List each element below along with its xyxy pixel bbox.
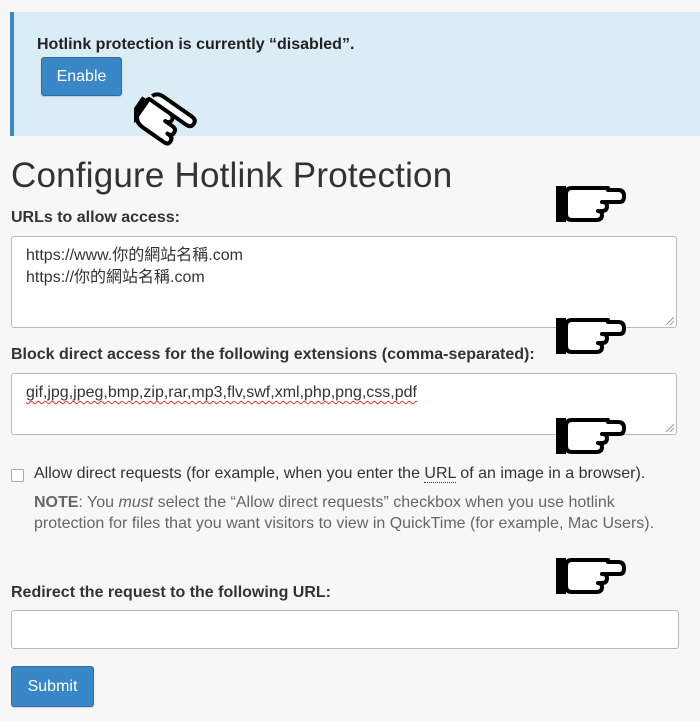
- page-title: Configure Hotlink Protection: [11, 156, 453, 195]
- pointing-hand-icon: [556, 318, 626, 354]
- enable-button[interactable]: Enable: [41, 57, 122, 96]
- extensions-value: gif,jpg,jpeg,bmp,zip,rar,mp3,flv,swf,xml…: [26, 384, 417, 401]
- resize-handle-icon[interactable]: [664, 315, 674, 325]
- note-strong: NOTE: [34, 494, 79, 511]
- label-text: of an image in a browser).: [455, 465, 646, 482]
- status-alert: Hotlink protection is currently “disable…: [10, 12, 700, 136]
- pointing-hand-icon: [556, 418, 626, 454]
- submit-button[interactable]: Submit: [11, 666, 94, 707]
- extensions-label: Block direct access for the following ex…: [11, 346, 535, 363]
- redirect-label: Redirect the request to the following UR…: [11, 584, 332, 601]
- pointing-hand-icon: [134, 92, 197, 146]
- note-text: : You: [78, 494, 119, 511]
- allow-direct-requests-label[interactable]: Allow direct requests (for example, when…: [34, 465, 645, 483]
- note-emphasis: must: [118, 494, 154, 511]
- allow-direct-requests-checkbox[interactable]: [11, 469, 24, 482]
- url-abbr: URL: [424, 465, 456, 483]
- direct-requests-note: NOTE: You must select the “Allow direct …: [34, 492, 664, 534]
- resize-handle-icon[interactable]: [664, 422, 674, 432]
- alert-message: Hotlink protection is currently “disable…: [37, 36, 355, 53]
- allow-urls-label: URLs to allow access:: [11, 209, 180, 226]
- top-strip: [0, 0, 700, 12]
- allow-url-line: https://你的網站名稱.com: [26, 269, 205, 286]
- allow-url-line: https://www.你的網站名稱.com: [26, 247, 243, 264]
- redirect-url-input[interactable]: [11, 610, 679, 649]
- pointing-hand-icon: [556, 186, 626, 222]
- pointing-hand-icon: [556, 558, 626, 594]
- label-text: Allow direct requests (for example, when…: [34, 465, 425, 482]
